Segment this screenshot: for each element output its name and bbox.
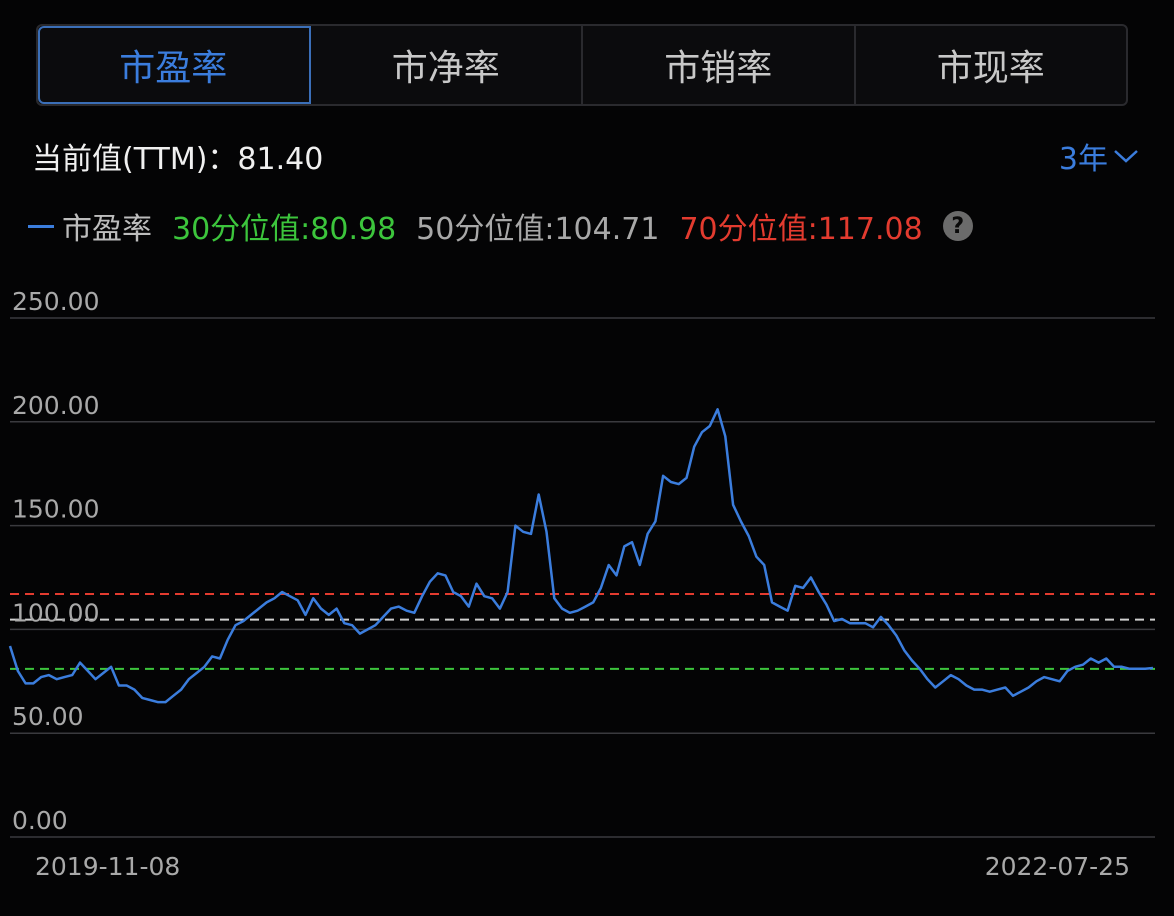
y-tick-label: 0.00 [12,806,68,835]
series-line-pe [8,408,1154,704]
pe-line-chart: 250.00 200.00 150.00 100.00 50.00 0.00 2019-1… [8,287,1155,881]
y-tick-label: 250.00 [12,287,99,316]
y-tick-label: 100.00 [12,598,99,627]
y-tick-label: 200.00 [12,391,99,420]
x-tick-start: 2019-11-08 [35,852,180,881]
y-tick-label: 150.00 [12,495,99,524]
x-tick-end: 2022-07-25 [985,852,1130,881]
y-tick-label: 50.00 [12,702,84,731]
